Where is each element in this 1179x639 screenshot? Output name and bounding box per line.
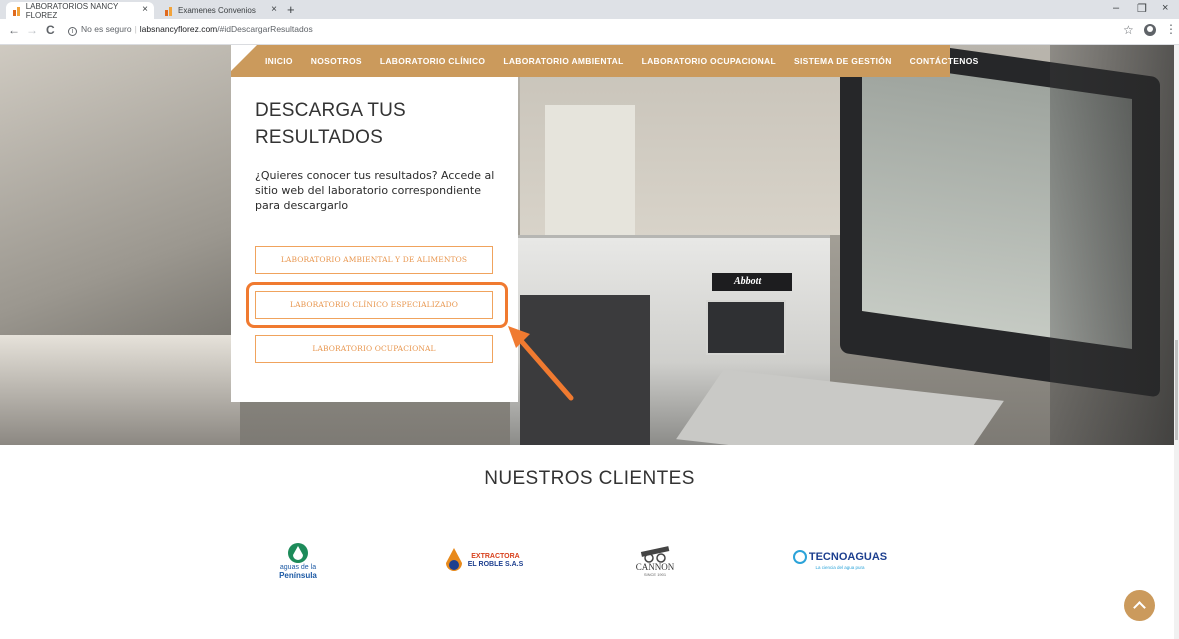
hero-machine-brand: Abbott: [712, 273, 792, 291]
tab-title: LABORATORIOS NANCY FLOREZ: [25, 1, 119, 20]
water-drop-icon: [288, 542, 308, 563]
client-name-line2: La ciencia del agua pura: [815, 564, 865, 570]
address-bar: ← → C i No es seguro | labsnancyflorez.com/…: [0, 19, 1179, 45]
card-title: DESCARGA TUS RESULTADOS: [255, 97, 505, 151]
clients-section-title: NUESTROS CLIENTES: [484, 468, 695, 489]
client-name-line1: EXTRACTORA: [471, 552, 520, 560]
info-icon[interactable]: i: [68, 27, 77, 36]
client-name-line1: TECNOAGUAS: [808, 550, 888, 563]
main-navigation: INICIO NOSOTROS LABORATORIO CLÍNICO LABO…: [231, 45, 978, 77]
cannon-icon: [640, 545, 670, 563]
laboratorio-ambiental-button[interactable]: LABORATORIO AMBIENTAL Y DE ALIMENTOS: [255, 246, 493, 274]
tab-close-icon[interactable]: ×: [142, 4, 148, 15]
nav-item-sistema-de-gestion[interactable]: SISTEMA DE GESTIÓN: [794, 56, 892, 66]
nav-corner-decoration: [231, 45, 257, 71]
close-window-button[interactable]: ×: [1162, 2, 1168, 14]
nav-menu: INICIO NOSOTROS LABORATORIO CLÍNICO LABO…: [265, 45, 997, 77]
client-name-line2: EL ROBLE S.A.S: [467, 560, 524, 568]
nav-item-nosotros[interactable]: NOSOTROS: [311, 56, 362, 66]
scrollbar-thumb[interactable]: [1175, 340, 1178, 440]
url-host: labsnancyflorez.com: [139, 24, 218, 34]
client-logo-tecnoaguas[interactable]: TECNOAGUAS La ciencia del agua pura: [790, 538, 890, 583]
drop-icon: [792, 549, 807, 564]
hero-machine-panel: [520, 295, 650, 445]
nav-item-laboratorio-ocupacional[interactable]: LABORATORIO OCUPACIONAL: [642, 56, 776, 66]
client-name-line2: SINCE 1901: [643, 571, 667, 577]
tab-close-icon[interactable]: ×: [271, 4, 277, 15]
browser-tab-examenes[interactable]: Examenes Convenios ×: [158, 2, 283, 19]
nav-item-laboratorio-ambiental[interactable]: LABORATORIO AMBIENTAL: [503, 56, 623, 66]
tab-title: Examenes Convenios: [178, 6, 256, 15]
reload-button[interactable]: C: [46, 23, 55, 37]
hero-lab-bench: [0, 335, 240, 445]
nav-item-inicio[interactable]: INICIO: [265, 56, 293, 66]
client-name-line1: CANNON: [635, 561, 675, 572]
client-name-block: EXTRACTORA EL ROBLE S.A.S: [468, 553, 524, 569]
browser-tab-laboratorios[interactable]: LABORATORIOS NANCY FLOREZ ×: [6, 1, 154, 20]
card-title-line1: DESCARGA TUS: [255, 100, 406, 121]
hero-shadow: [1050, 45, 1179, 445]
url-field[interactable]: i No es seguro | labsnancyflorez.com/#idDes…: [68, 24, 313, 36]
security-label: No es seguro: [81, 24, 132, 34]
account-icon[interactable]: [1144, 24, 1156, 36]
bookmark-star-icon[interactable]: ☆: [1123, 23, 1134, 37]
back-button[interactable]: ←: [8, 23, 20, 37]
download-results-card: DESCARGA TUS RESULTADOS ¿Quieres conocer…: [231, 77, 518, 402]
highlight-box: [246, 282, 508, 328]
minimize-button[interactable]: –: [1113, 2, 1119, 14]
nav-item-contactenos[interactable]: CONTÁCTENOS: [910, 56, 979, 66]
site-favicon-icon: [12, 6, 22, 16]
hero-banner: Abbott: [0, 45, 1179, 445]
card-title-line2: RESULTADOS: [255, 127, 383, 148]
scroll-to-top-button[interactable]: [1124, 590, 1155, 621]
restore-button[interactable]: ❐: [1137, 2, 1147, 15]
hero-cabinet: [545, 105, 635, 235]
client-logo-cannon[interactable]: CANNON SINCE 1901: [620, 538, 690, 583]
client-logo-extractora-el-roble[interactable]: EXTRACTORA EL ROBLE S.A.S: [428, 538, 538, 583]
laboratorio-ocupacional-button[interactable]: LABORATORIO OCUPACIONAL: [255, 335, 493, 363]
url-path: /#idDescargarResultados: [217, 24, 313, 34]
tecnoaguas-wordmark: TECNOAGUAS: [792, 549, 888, 564]
forward-button[interactable]: →: [26, 23, 38, 37]
nav-item-laboratorio-clinico[interactable]: LABORATORIO CLÍNICO: [380, 56, 486, 66]
url-separator: |: [134, 24, 137, 34]
card-description: ¿Quieres conocer tus resultados? Accede …: [255, 169, 495, 212]
client-logo-aguas-peninsula[interactable]: aguas de la Península: [268, 538, 328, 583]
browser-tab-bar: LABORATORIOS NANCY FLOREZ × Examenes Con…: [0, 0, 1179, 20]
site-favicon-icon: [164, 6, 174, 16]
client-name-line2: Península: [279, 570, 317, 580]
oil-drop-icon: [445, 547, 462, 571]
new-tab-button[interactable]: +: [287, 2, 295, 17]
hero-control-panel: [706, 300, 786, 355]
browser-menu-icon[interactable]: ⋮: [1165, 22, 1177, 36]
hero-keyboard: [676, 369, 1004, 445]
